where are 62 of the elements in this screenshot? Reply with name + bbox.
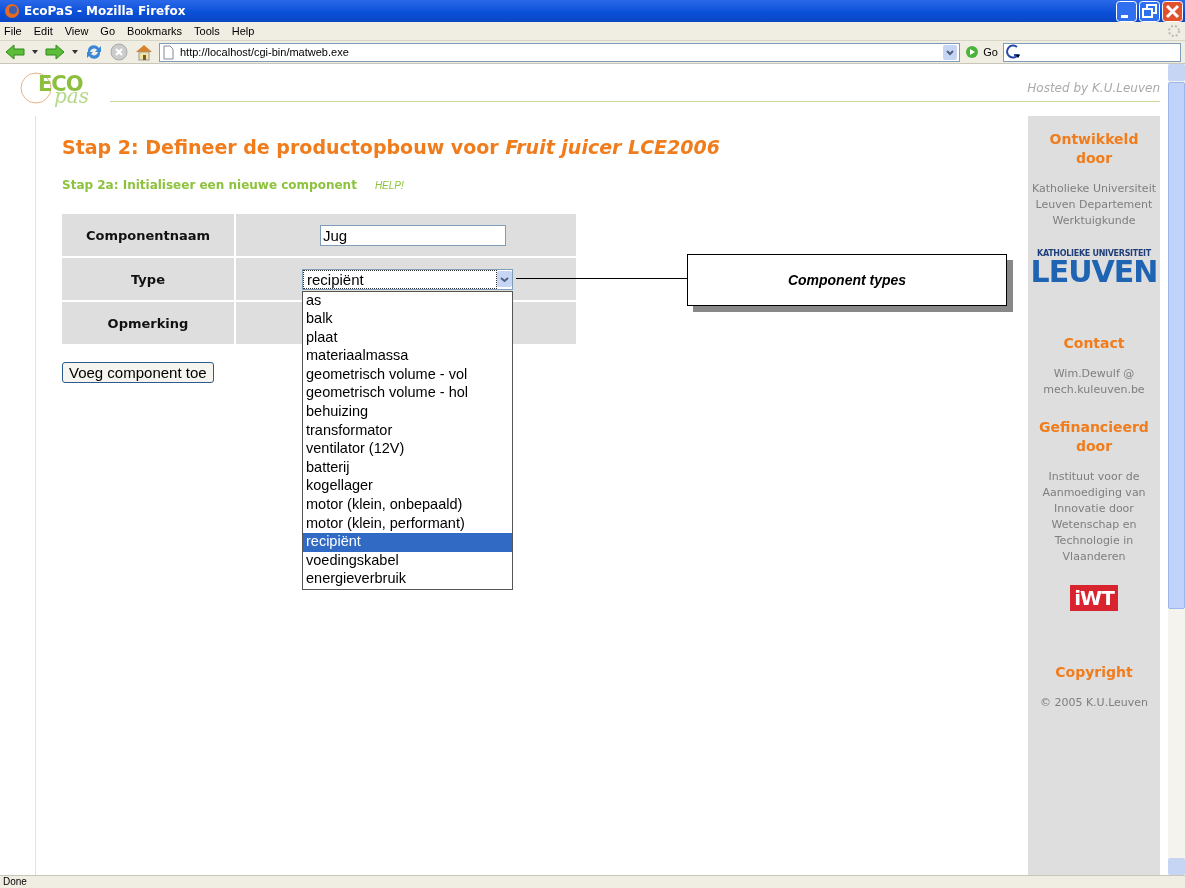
dropdown-option[interactable]: materiaalmassa <box>303 347 512 366</box>
back-icon[interactable] <box>4 42 26 62</box>
dropdown-option[interactable]: ventilator (12V) <box>303 440 512 459</box>
forward-icon[interactable] <box>44 42 66 62</box>
sidebar-heading: Contact <box>1062 334 1126 353</box>
play-icon <box>965 45 980 59</box>
dropdown-option[interactable]: voedingskabel <box>303 551 512 571</box>
search-field[interactable] <box>1003 42 1181 62</box>
menu-item[interactable]: Tools <box>194 25 220 37</box>
minimize-icon[interactable] <box>1116 0 1137 22</box>
dropdown-option[interactable]: plaat <box>303 328 512 348</box>
dropdown-option[interactable]: as <box>303 291 512 311</box>
reload-icon[interactable] <box>84 42 104 62</box>
url-text: http://localhost/cgi-bin/matweb.exe <box>180 46 349 58</box>
add-component-button[interactable]: Voeg component toe <box>62 362 214 383</box>
menu-item[interactable]: Go <box>100 25 116 37</box>
logo-text: KATHOLIEKE UNIVERSITEIT <box>1037 249 1151 258</box>
iwt-logo: iWT <box>1070 585 1118 611</box>
page-icon <box>162 44 175 60</box>
field-label: Opmerking <box>62 302 234 344</box>
home-icon[interactable] <box>134 42 154 62</box>
page-heading: Stap 2: Defineer de productopbouw voor Fruit juicer LCE2006 <box>62 136 721 158</box>
dropdown-option[interactable]: behuizing <box>303 403 512 422</box>
search-engine-icon[interactable] <box>1006 44 1022 60</box>
dropdown-option[interactable]: motor (klein, onbepaald) <box>303 496 512 515</box>
sidebar-text: Katholieke Universiteit Leuven Departement Werktuigkunde <box>1031 181 1157 229</box>
field-label: Componentnaam <box>62 214 234 256</box>
dropdown-option[interactable]: recipiënt <box>303 533 512 552</box>
sidebar-text: Wim.Dewulf @ mech.kuleuven.be <box>1042 366 1146 398</box>
menu-item[interactable]: Edit <box>33 25 53 37</box>
logo: ECO pas <box>20 70 110 106</box>
sidebar-heading: Ontwikkeld door <box>1048 130 1140 168</box>
close-icon[interactable] <box>1162 0 1183 22</box>
go-button[interactable]: Go <box>965 45 998 59</box>
sidebar-heading: Copyright <box>1054 663 1134 682</box>
menu-item[interactable]: Bookmarks <box>127 25 183 37</box>
sidebar-text: Instituut voor de Aanmoediging van Innovatie door Wetenschap en Technologie in Vlaanderen <box>1041 469 1147 565</box>
logo-text: LEUVEN <box>1030 258 1158 286</box>
hosted-by-text: Hosted by K.U.Leuven <box>1027 81 1160 95</box>
menu-item[interactable]: Help <box>231 25 255 37</box>
window-title: EcoPaS - Mozilla Firefox <box>24 4 186 18</box>
menu-item[interactable]: File <box>4 25 22 37</box>
restore-icon[interactable] <box>1139 0 1160 22</box>
dropdown-option[interactable]: batterij <box>303 458 512 478</box>
dropdown-option[interactable]: kogellager <box>303 477 512 497</box>
sidebar-text: © 2005 K.U.Leuven <box>1038 695 1150 711</box>
input-field[interactable]: Jug <box>320 224 506 246</box>
dropdown-option[interactable]: balk <box>303 310 512 329</box>
dropdown-option[interactable]: transformator <box>303 421 512 441</box>
vertical-scrollbar[interactable] <box>1168 64 1185 875</box>
address-bar[interactable]: http://localhost/cgi-bin/matweb.exe <box>159 42 961 62</box>
field-label: Type <box>62 258 234 300</box>
dropdown-option[interactable]: energieverbruik <box>303 570 512 589</box>
menu-item[interactable]: View <box>64 25 89 37</box>
firefox-icon <box>4 3 20 19</box>
dropdown-option[interactable]: geometrisch volume - hol <box>303 384 512 404</box>
sidebar-heading: Gefinancieerd door <box>1038 418 1150 456</box>
dropdown-option[interactable]: geometrisch volume - vol <box>303 365 512 385</box>
status-bar-text: Done <box>0 875 1185 888</box>
section-heading: Stap 2a: Initialiseer een nieuwe component <box>62 178 357 192</box>
dropdown-option[interactable]: motor (klein, performant) <box>303 514 512 534</box>
throbber-icon <box>1167 24 1181 38</box>
